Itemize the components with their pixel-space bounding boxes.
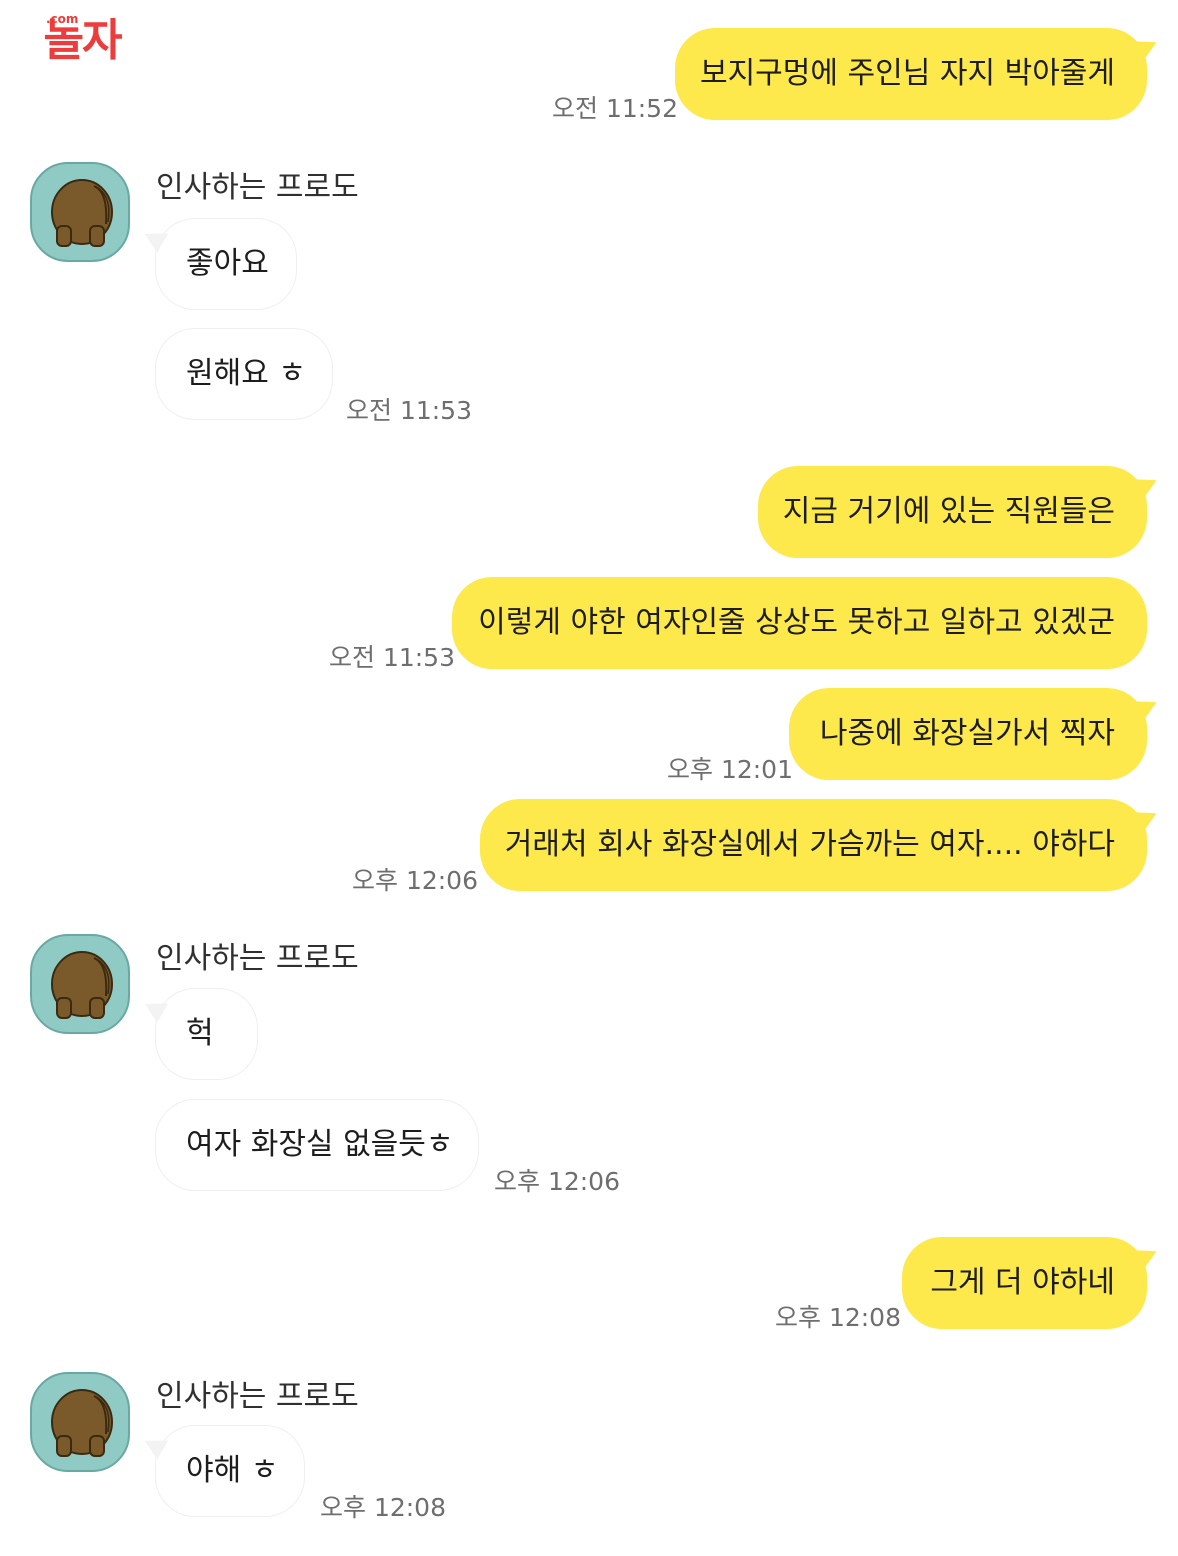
site-logo: .com 놀자 [12,8,152,64]
outgoing-message[interactable]: 나중에 화장실가서 찍자 [789,688,1147,780]
message-text: 헉 [186,1016,214,1051]
outgoing-message[interactable]: 보지구멍에 주인님 자지 박아줄게 [675,28,1147,120]
message-time: 오후 12:06 [494,1167,620,1196]
logo-text: 놀자 [43,15,123,66]
avatar[interactable] [30,162,130,262]
message-text: 그게 더 야하네 [930,1265,1115,1300]
outgoing-message[interactable]: 거래처 회사 화장실에서 가슴까는 여자.... 야하다 [480,799,1147,891]
message-text: 거래처 회사 화장실에서 가슴까는 여자.... 야하다 [504,827,1115,862]
message-text: 나중에 화장실가서 찍자 [819,716,1115,751]
message-time: 오후 12:08 [775,1303,901,1332]
message-time: 오전 11:53 [329,643,455,672]
incoming-message[interactable]: 좋아요 [155,218,297,310]
incoming-message[interactable]: 야해 ㅎ [155,1425,305,1517]
incoming-message[interactable]: 헉 [155,988,258,1080]
message-time: 오전 11:53 [346,396,472,425]
outgoing-message[interactable]: 그게 더 야하네 [902,1237,1147,1329]
avatar[interactable] [30,934,130,1034]
incoming-message[interactable]: 여자 화장실 없을듯ㅎ [155,1099,479,1191]
sender-name: 인사하는 프로도 [156,1379,359,1414]
bear-back-icon [51,1389,113,1457]
bear-back-icon [51,951,113,1019]
message-time: 오후 12:08 [320,1493,446,1522]
message-time: 오전 11:52 [552,94,678,123]
message-time: 오후 12:06 [352,866,478,895]
outgoing-message[interactable]: 지금 거기에 있는 직원들은 [758,466,1147,558]
message-text: 좋아요 [186,246,269,281]
message-text: 지금 거기에 있는 직원들은 [782,494,1115,529]
message-text: 보지구멍에 주인님 자지 박아줄게 [699,56,1115,91]
bear-back-icon [51,179,113,247]
avatar[interactable] [30,1372,130,1472]
incoming-message[interactable]: 원해요 ㅎ [155,328,333,420]
sender-name: 인사하는 프로도 [156,941,359,976]
message-text: 야해 ㅎ [186,1453,279,1488]
message-text: 여자 화장실 없을듯ㅎ [186,1127,454,1162]
message-time: 오후 12:01 [667,755,793,784]
outgoing-message[interactable]: 이렇게 야한 여자인줄 상상도 못하고 일하고 있겠군 [452,577,1147,669]
message-text: 원해요 ㅎ [186,356,306,391]
message-text: 이렇게 야한 여자인줄 상상도 못하고 일하고 있겠군 [478,605,1115,640]
sender-name: 인사하는 프로도 [156,170,359,205]
